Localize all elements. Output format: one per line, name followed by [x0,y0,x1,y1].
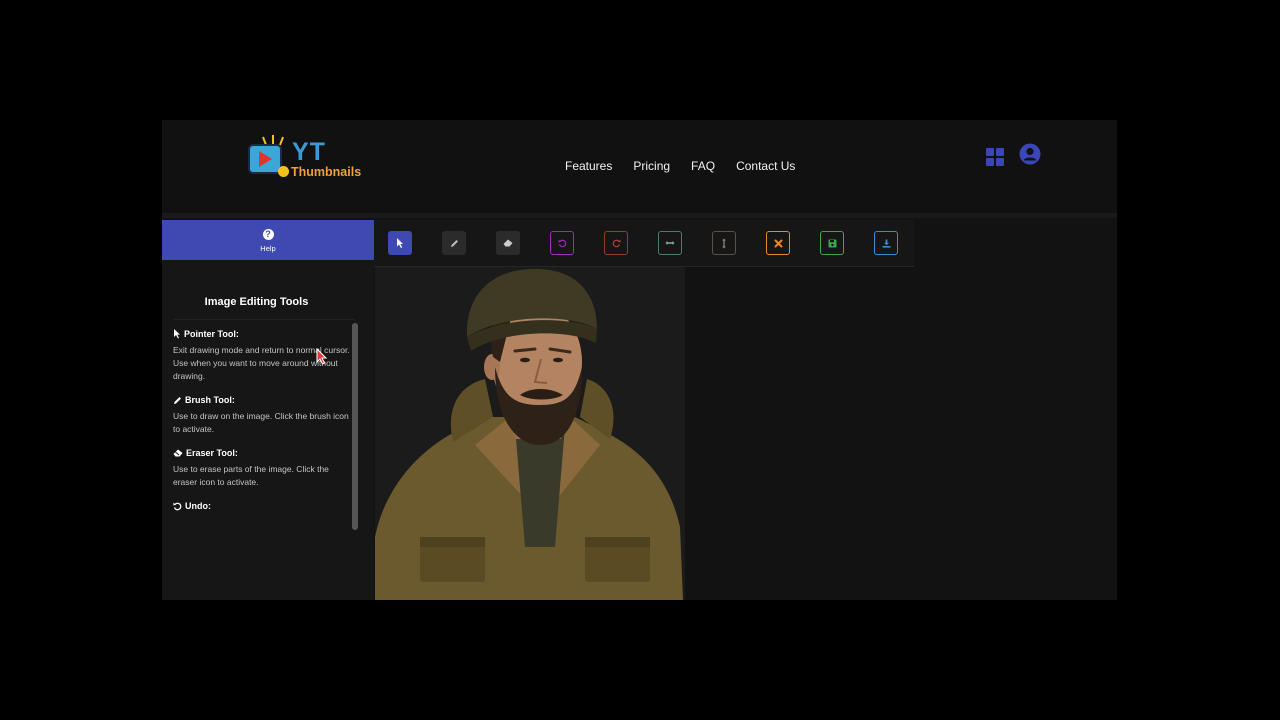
main-nav: Features Pricing FAQ Contact Us [565,159,795,173]
pointer-icon [174,329,180,339]
eraser-tool-button[interactable] [496,231,520,255]
eraser-icon [173,449,183,457]
flip-horizontal-icon [665,241,675,245]
logo-text-top: YT [292,138,326,166]
image-canvas[interactable] [375,267,685,600]
undo-button[interactable] [550,231,574,255]
user-circle-icon[interactable] [1019,143,1041,165]
header-divider [162,213,1117,218]
flip-vertical-icon [722,238,726,248]
editor-toolbar [374,220,914,267]
site-header: YT Thumbnails Features Pricing FAQ Conta… [162,120,1117,212]
tool-name: Brush Tool: [185,395,235,405]
flip-vertical-button[interactable] [712,231,736,255]
tool-name: Eraser Tool: [186,448,238,458]
download-icon [882,239,890,248]
play-icon [259,151,272,167]
logo-dot [278,166,289,177]
logo-play-box [248,144,282,174]
sidebar-scrollbar[interactable] [352,323,358,530]
pencil-icon [174,396,181,404]
nav-faq[interactable]: FAQ [691,159,715,173]
help-tab[interactable]: ? Help [162,220,374,260]
portrait-image [375,268,683,600]
nav-contact-us[interactable]: Contact Us [736,159,795,173]
list-item: Undo: [173,501,351,511]
redo-button[interactable] [604,231,628,255]
brush-tool-button[interactable] [442,231,466,255]
help-label: Help [260,244,276,253]
nav-features[interactable]: Features [565,159,612,173]
list-item: Brush Tool: Use to draw on the image. Cl… [173,395,351,436]
scrollbar-thumb[interactable] [352,323,358,530]
sidebar-title-divider [174,319,354,320]
app-window: YT Thumbnails Features Pricing FAQ Conta… [162,120,1117,600]
grid-icon[interactable] [986,148,1004,166]
pointer-tool-button[interactable] [388,231,412,255]
tool-name: Undo: [185,501,211,511]
undo-icon [173,502,182,510]
logo[interactable]: YT Thumbnails [248,134,362,182]
clear-button[interactable] [766,231,790,255]
tool-name: Pointer Tool: [184,329,239,339]
save-button[interactable] [820,231,844,255]
tools-sidebar: Image Editing Tools Pointer Tool: Exit d… [162,260,374,600]
nav-pricing[interactable]: Pricing [633,159,670,173]
logo-text-bottom: Thumbnails [291,165,362,179]
editing-canvas[interactable] [375,267,1117,600]
pencil-icon [450,239,458,247]
tool-description: Use to draw on the image. Click the brus… [173,411,349,434]
list-item: Eraser Tool: Use to erase parts of the i… [173,448,351,489]
save-icon [828,239,836,247]
pointer-icon [397,237,403,248]
undo-icon [557,239,566,247]
question-circle-icon: ? [262,229,274,240]
flip-horizontal-button[interactable] [658,231,682,255]
clear-icon [774,239,782,247]
redo-icon [612,239,621,247]
tool-description: Use to erase parts of the image. Click t… [173,464,329,487]
mouse-cursor-icon [316,348,328,365]
download-button[interactable] [874,231,898,255]
sidebar-title: Image Editing Tools [204,296,309,308]
eraser-icon [503,239,513,247]
